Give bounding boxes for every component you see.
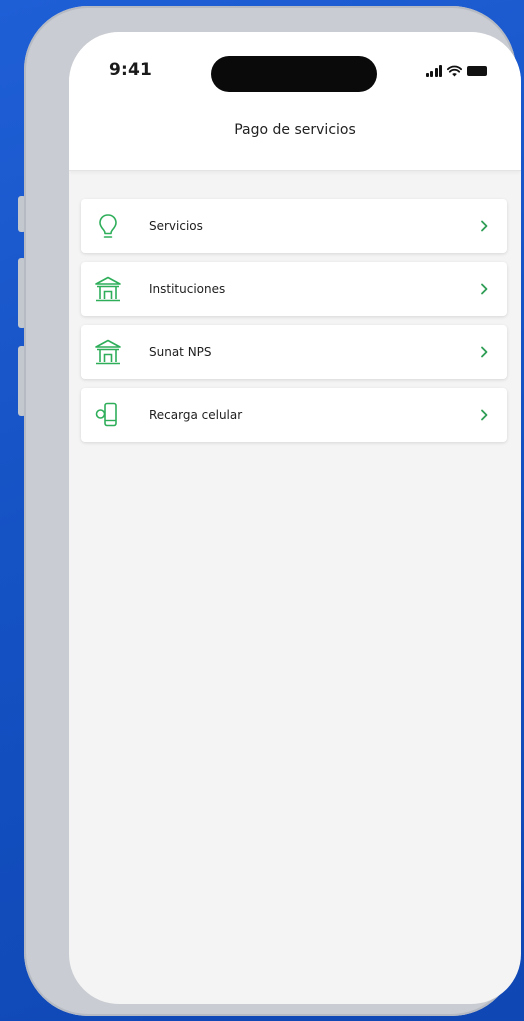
phone-screen: 9:41 Pago de servicios Servicios Institu… — [69, 32, 521, 1004]
menu-item-recarga-celular[interactable]: Recarga celular — [81, 388, 507, 442]
status-icons — [425, 63, 487, 77]
chevron-right-icon — [481, 220, 488, 232]
menu-item-label: Sunat NPS — [149, 345, 212, 359]
chevron-right-icon — [481, 283, 488, 295]
menu-item-label: Recarga celular — [149, 408, 243, 422]
battery-icon — [467, 66, 487, 76]
wifi-icon — [447, 65, 462, 77]
menu-item-sunat-nps[interactable]: Sunat NPS — [81, 325, 507, 379]
cellular-signal-icon — [425, 65, 442, 77]
lightbulb-icon — [99, 214, 117, 238]
menu-item-servicios[interactable]: Servicios — [81, 199, 507, 253]
status-time: 9:41 — [109, 60, 153, 80]
mobile-recharge-icon — [95, 402, 117, 427]
menu-item-instituciones[interactable]: Instituciones — [81, 262, 507, 316]
page-title: Pago de servicios — [234, 122, 356, 138]
menu-item-label: Instituciones — [149, 282, 226, 296]
phone-frame: 9:41 Pago de servicios Servicios Institu… — [24, 6, 521, 1016]
services-menu: Servicios Instituciones Sunat NPS Recarg… — [81, 199, 507, 451]
dynamic-island — [211, 56, 377, 92]
menu-item-label: Servicios — [149, 219, 203, 233]
chevron-right-icon — [481, 346, 488, 358]
institution-building-icon — [95, 276, 121, 302]
institution-building-icon — [95, 339, 121, 365]
chevron-right-icon — [481, 409, 488, 421]
app-header: 9:41 Pago de servicios — [69, 32, 521, 171]
